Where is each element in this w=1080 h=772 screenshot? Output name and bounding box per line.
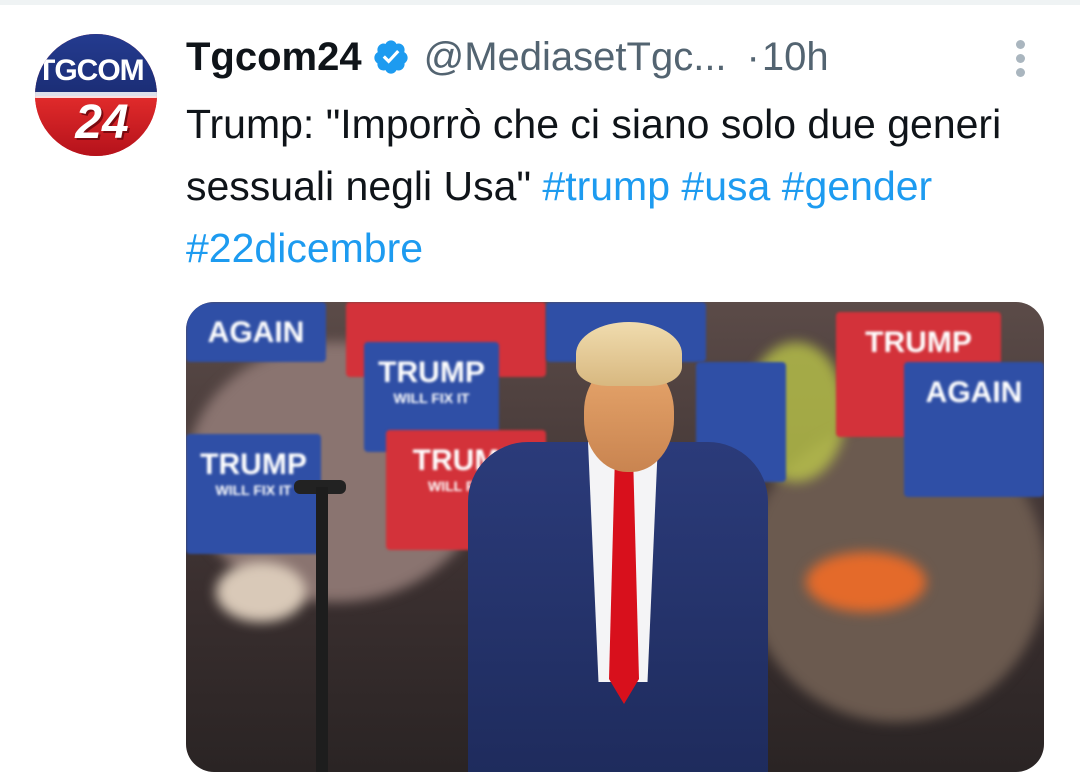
crowd-background (806, 552, 926, 612)
avatar-logo-number: 24 (75, 96, 129, 149)
tweet-media-photo[interactable]: AGAIN TRUMP WILL FIX IT TRUMP WILL FIX I… (186, 302, 1044, 772)
avatar[interactable]: TGCOM 24 (35, 34, 157, 156)
hashtag-link[interactable]: #trump (542, 163, 670, 209)
author-name[interactable]: Tgcom24 (186, 35, 362, 80)
timestamp[interactable]: 10h (762, 35, 829, 80)
speaker-hair (576, 322, 682, 386)
top-divider (0, 0, 1080, 5)
hashtag-link[interactable]: #gender (782, 163, 932, 209)
rally-sign: AGAIN (186, 302, 326, 362)
microphone-stand (316, 487, 328, 772)
tweet-text-segment (770, 163, 781, 209)
tweet-text-segment (670, 163, 681, 209)
rally-sign: AGAIN (904, 362, 1044, 497)
rally-sign: TRUMP WILL FIX IT (186, 434, 321, 554)
crowd-background (216, 562, 306, 622)
more-options-icon[interactable] (1013, 40, 1027, 80)
tweet-text: Trump: "Imporrò che ci siano solo due ge… (186, 93, 1056, 279)
avatar-logo-text: TGCOM (37, 54, 145, 87)
hashtag-link[interactable]: #usa (681, 163, 770, 209)
verified-badge-icon (373, 40, 408, 74)
hashtag-link[interactable]: #22dicembre (186, 225, 423, 271)
separator-dot: · (746, 34, 760, 79)
tweet-header: Tgcom24 @MediasetTgc... · 10h (186, 30, 829, 84)
author-handle[interactable]: @MediasetTgc... (424, 35, 727, 80)
